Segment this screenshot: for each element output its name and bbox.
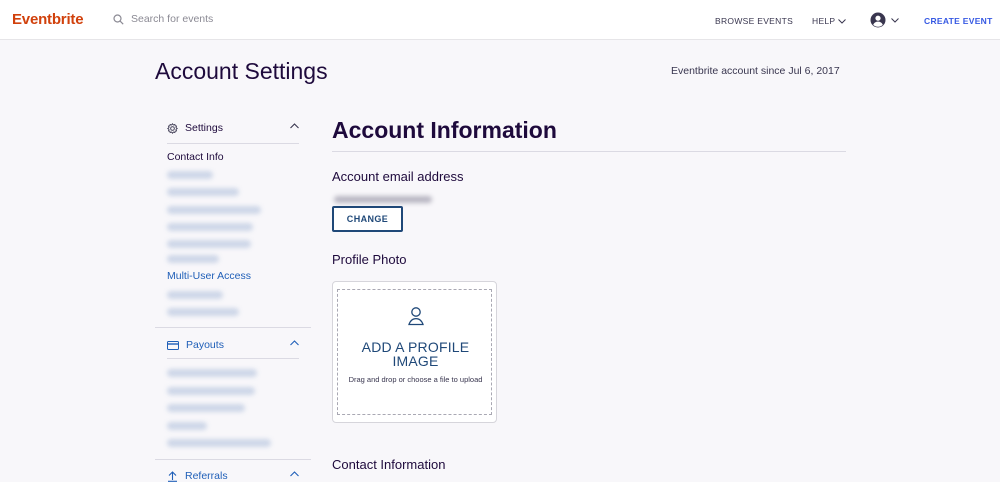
user-avatar-icon bbox=[870, 12, 886, 28]
help-label: HELP bbox=[812, 16, 836, 26]
sidebar-divider bbox=[167, 358, 299, 359]
blurred-sidebar-item[interactable] bbox=[167, 308, 239, 316]
help-menu[interactable]: HELP bbox=[812, 16, 847, 26]
section-divider bbox=[332, 151, 846, 152]
sidebar-settings-label: Settings bbox=[185, 122, 223, 134]
sidebar-divider bbox=[167, 143, 299, 144]
blurred-sidebar-item[interactable] bbox=[167, 439, 271, 447]
profile-photo-label: Profile Photo bbox=[332, 252, 407, 267]
change-email-button[interactable]: CHANGE bbox=[332, 206, 403, 232]
page-title: Account Settings bbox=[155, 58, 328, 84]
top-nav-bar: Eventbrite BROWSE EVENTS HELP CREATE EVE… bbox=[0, 0, 1000, 40]
person-icon bbox=[408, 307, 424, 326]
sidebar-section-divider bbox=[155, 459, 311, 460]
upload-arrow-icon bbox=[168, 470, 177, 482]
account-menu[interactable] bbox=[870, 12, 899, 28]
contact-information-label: Contact Information bbox=[332, 457, 446, 472]
sidebar-section-settings[interactable]: Settings bbox=[167, 122, 299, 134]
search-box[interactable] bbox=[113, 13, 281, 25]
gear-icon bbox=[167, 122, 178, 134]
create-event-link[interactable]: CREATE EVENT bbox=[924, 16, 993, 26]
chevron-up-icon bbox=[290, 340, 299, 346]
add-profile-image-line-1: ADD A PROFILE bbox=[361, 339, 470, 355]
eventbrite-logo[interactable]: Eventbrite bbox=[12, 11, 84, 28]
chevron-up-icon bbox=[290, 471, 299, 477]
blurred-sidebar-item[interactable] bbox=[167, 240, 251, 248]
blurred-sidebar-item[interactable] bbox=[167, 188, 239, 196]
sidebar-section-referrals[interactable]: Referrals bbox=[167, 470, 299, 482]
sidebar-item-multi-user-access[interactable]: Multi-User Access bbox=[167, 270, 251, 282]
sidebar-item-contact-info[interactable]: Contact Info bbox=[167, 151, 224, 163]
browse-events-link[interactable]: BROWSE EVENTS bbox=[715, 16, 793, 26]
blurred-sidebar-item[interactable] bbox=[167, 369, 257, 377]
credit-card-icon bbox=[167, 340, 179, 350]
chevron-up-icon bbox=[290, 123, 299, 129]
dropzone-dashed-area[interactable]: ADD A PROFILE IMAGE Drag and drop or cho… bbox=[337, 289, 492, 415]
blurred-sidebar-item[interactable] bbox=[167, 387, 255, 395]
sidebar-section-divider bbox=[155, 327, 311, 328]
add-profile-image-line-2: IMAGE bbox=[392, 353, 439, 369]
blurred-email-value bbox=[334, 196, 432, 203]
blurred-sidebar-item[interactable] bbox=[167, 171, 213, 179]
search-input[interactable] bbox=[131, 13, 281, 25]
profile-image-dropzone[interactable]: ADD A PROFILE IMAGE Drag and drop or cho… bbox=[332, 281, 497, 423]
chevron-down-icon bbox=[891, 17, 899, 23]
account-since-text: Eventbrite account since Jul 6, 2017 bbox=[671, 65, 840, 77]
add-profile-image-title: ADD A PROFILE IMAGE bbox=[338, 340, 493, 368]
blurred-sidebar-item[interactable] bbox=[167, 404, 245, 412]
blurred-sidebar-item[interactable] bbox=[167, 223, 253, 231]
sidebar-referrals-label: Referrals bbox=[185, 470, 228, 482]
chevron-down-icon bbox=[838, 18, 847, 24]
blurred-sidebar-item[interactable] bbox=[167, 422, 207, 430]
drag-drop-hint: Drag and drop or choose a file to upload bbox=[348, 375, 483, 384]
blurred-sidebar-item[interactable] bbox=[167, 206, 261, 214]
blurred-sidebar-item[interactable] bbox=[167, 291, 223, 299]
sidebar-section-payouts[interactable]: Payouts bbox=[167, 339, 299, 351]
email-address-label: Account email address bbox=[332, 169, 464, 184]
search-icon bbox=[113, 13, 124, 25]
sidebar-payouts-label: Payouts bbox=[186, 339, 224, 351]
blurred-sidebar-item[interactable] bbox=[167, 255, 219, 263]
section-title-account-information: Account Information bbox=[332, 117, 557, 143]
